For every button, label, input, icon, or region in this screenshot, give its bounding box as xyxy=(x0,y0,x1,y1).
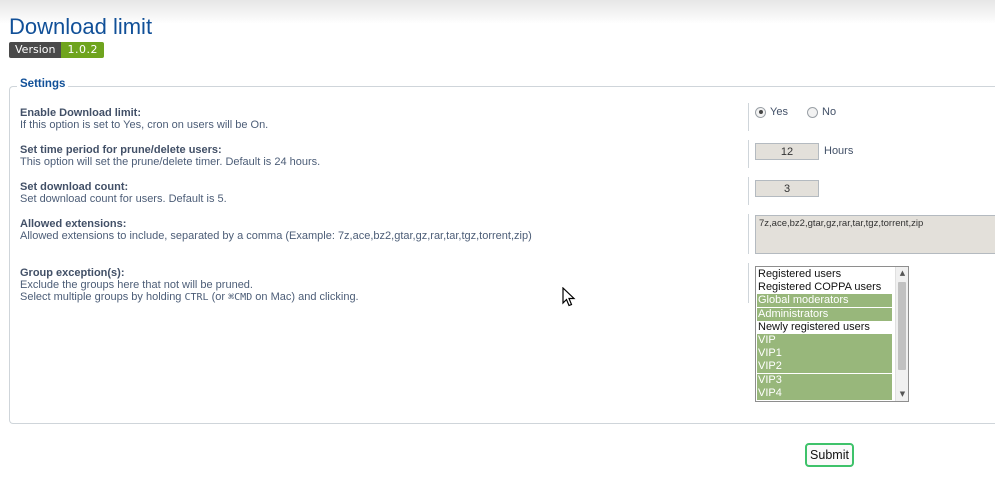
period-label: Set time period for prune/delete users: … xyxy=(20,144,320,168)
enable-yes-option[interactable]: Yes xyxy=(755,106,788,118)
count-label: Set download count: Set download count f… xyxy=(20,181,227,205)
divider xyxy=(748,263,749,303)
groups-desc-2: Select multiple groups by holding CTRL (… xyxy=(20,291,359,304)
group-select-scrollbar[interactable]: ▲ ▼ xyxy=(895,267,908,401)
enable-no-option[interactable]: No xyxy=(807,106,836,118)
groups-desc-1: Exclude the groups here that not will be… xyxy=(20,279,253,291)
ctrl-key: CTRL xyxy=(184,292,209,303)
divider xyxy=(748,140,749,168)
cmd-key: ⌘CMD xyxy=(228,292,253,303)
divider xyxy=(748,177,749,205)
version-label: Version xyxy=(9,42,62,58)
settings-legend: Settings xyxy=(17,77,69,91)
scroll-thumb[interactable] xyxy=(898,282,906,370)
groups-desc-2a: Select multiple groups by holding xyxy=(20,291,185,303)
enable-yes-radio[interactable] xyxy=(755,106,766,118)
groups-label: Group exception(s): Exclude the groups h… xyxy=(20,267,359,304)
divider xyxy=(748,214,749,254)
divider xyxy=(748,103,749,131)
enable-no-radio[interactable] xyxy=(807,106,818,118)
period-unit: Hours xyxy=(824,145,854,157)
period-input[interactable] xyxy=(755,143,819,160)
extensions-desc: Allowed extensions to include, separated… xyxy=(20,230,532,242)
groups-title: Group exception(s): xyxy=(20,267,125,279)
count-desc: Set download count for users. Default is… xyxy=(20,193,227,205)
page-title: Download limit xyxy=(9,14,153,39)
group-option[interactable]: VIP3 xyxy=(757,373,892,387)
extensions-label: Allowed extensions: Allowed extensions t… xyxy=(20,218,532,242)
group-option[interactable]: VIP1 xyxy=(757,347,892,361)
period-title: Set time period for prune/delete users: xyxy=(20,144,222,156)
group-exceptions-select[interactable]: VIP4 VIP3 VIP2 VIP1 VIP Newly registered user… xyxy=(755,266,909,402)
version-badge: Version 1.0.2 xyxy=(9,42,104,58)
count-title: Set download count: xyxy=(20,181,129,193)
group-option[interactable]: VIP2 xyxy=(757,360,892,374)
count-input[interactable] xyxy=(755,180,819,197)
enable-desc: If this option is set to Yes, cron on us… xyxy=(20,119,269,131)
period-desc: This option will set the prune/delete ti… xyxy=(20,156,321,168)
groups-desc-2c: on Mac) and clicking. xyxy=(252,291,359,303)
group-option[interactable]: Global moderators xyxy=(757,294,892,308)
version-number: 1.0.2 xyxy=(61,42,104,58)
enable-label: Enable Download limit: If this option is… xyxy=(20,107,268,131)
group-option[interactable]: VIP4 xyxy=(757,386,892,400)
group-option[interactable]: Registered COPPA users xyxy=(757,281,892,294)
group-option[interactable]: Newly registered users xyxy=(757,321,892,334)
scroll-up-arrow-icon[interactable]: ▲ xyxy=(896,267,908,280)
group-option[interactable]: VIP xyxy=(757,334,892,347)
enable-yes-label[interactable]: Yes xyxy=(770,106,788,118)
group-option[interactable]: Administrators xyxy=(757,307,892,321)
enable-no-label[interactable]: No xyxy=(822,106,836,118)
extensions-title: Allowed extensions: xyxy=(20,218,127,230)
mouse-cursor-icon xyxy=(562,287,576,307)
scroll-down-arrow-icon[interactable]: ▼ xyxy=(896,388,908,401)
group-option[interactable]: Registered users xyxy=(757,268,892,281)
groups-desc-2b: (or xyxy=(208,291,229,303)
enable-title: Enable Download limit: xyxy=(20,107,142,119)
submit-button[interactable]: Submit xyxy=(805,443,854,467)
extensions-textarea[interactable]: 7z,ace,bz2,gtar,gz,rar,tar,tgz,torrent,z… xyxy=(755,215,995,254)
